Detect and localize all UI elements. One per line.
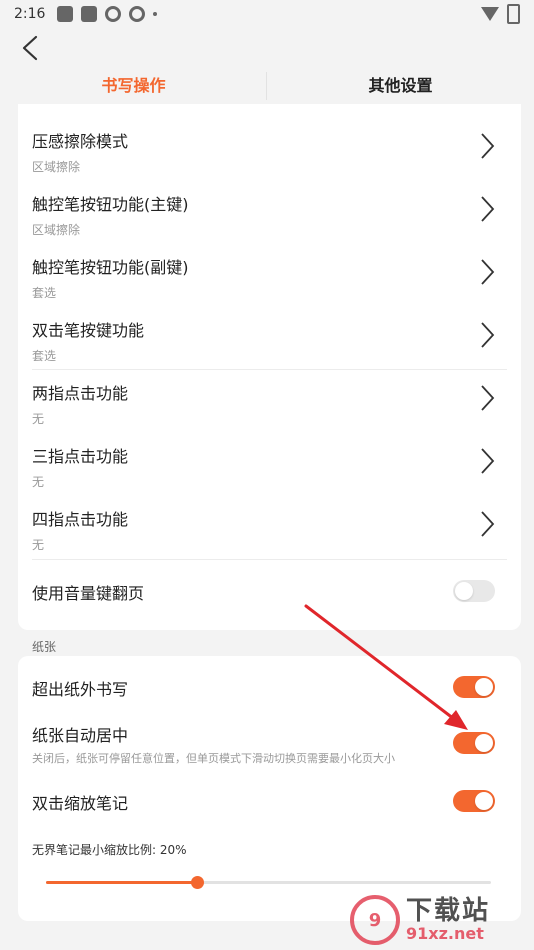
watermark: 9 下载站 91xz.net	[350, 892, 530, 948]
tab-other-settings[interactable]: 其他设置	[267, 68, 534, 104]
sync-icon	[129, 6, 146, 22]
battery-icon	[507, 4, 520, 24]
item-title: 四指点击功能	[32, 510, 129, 529]
chevron-right-icon	[481, 322, 495, 348]
item-title: 压感擦除模式	[32, 132, 129, 151]
toggle-knob	[475, 734, 493, 752]
item-value: 套选	[32, 286, 57, 300]
item-value: 无	[32, 412, 45, 426]
item-title: 两指点击功能	[32, 384, 129, 403]
list-item-two-finger-tap[interactable]: 两指点击功能 无	[32, 380, 507, 427]
slider-fill	[46, 881, 198, 884]
item-value: 套选	[32, 349, 57, 363]
more-notifications-icon	[153, 12, 158, 16]
status-time: 2:16	[14, 6, 46, 22]
write-outside-paper-toggle[interactable]	[453, 676, 495, 698]
chevron-right-icon	[481, 385, 495, 411]
list-item-pressure-erase[interactable]: 压感擦除模式 区域擦除	[32, 128, 507, 175]
top-bar	[0, 28, 534, 68]
status-bar: 2:16	[0, 0, 534, 28]
chevron-right-icon	[481, 196, 495, 222]
paper-settings-card: 超出纸外书写 纸张自动居中 关闭后，纸张可停留任意位置，但单页模式下滑动切换页需…	[18, 656, 521, 921]
slider-label-row: 无界笔记最小缩放比例: 20%	[32, 841, 507, 858]
tab-divider	[266, 72, 267, 100]
watermark-url: 91xz.net	[406, 924, 484, 943]
divider	[32, 559, 507, 560]
toggle-knob	[455, 582, 473, 600]
item-title: 触控笔按钮功能(主键)	[32, 195, 189, 214]
item-title: 纸张自动居中	[32, 726, 129, 745]
list-item-four-finger-tap[interactable]: 四指点击功能 无	[32, 506, 507, 553]
chevron-right-icon	[481, 259, 495, 285]
divider	[32, 369, 507, 370]
tab-writing-operations[interactable]: 书写操作	[0, 68, 267, 104]
slider-thumb[interactable]	[191, 876, 205, 889]
list-item-double-tap-zoom: 双击缩放笔记	[32, 790, 507, 816]
watermark-title: 下载站	[406, 896, 491, 926]
item-title: 触控笔按钮功能(副键)	[32, 258, 189, 277]
chevron-right-icon	[481, 448, 495, 474]
double-tap-zoom-toggle[interactable]	[453, 790, 495, 812]
chevron-right-icon	[481, 511, 495, 537]
item-title: 双击笔按键功能	[32, 321, 145, 340]
item-title: 使用音量键翻页	[32, 584, 145, 603]
item-title: 双击缩放笔记	[32, 794, 129, 813]
list-item-paper-auto-center: 纸张自动居中 关闭后，纸张可停留任意位置，但单页模式下滑动切换页需要最小化页大小	[32, 722, 507, 768]
item-title: 三指点击功能	[32, 447, 129, 466]
back-arrow-icon[interactable]	[18, 34, 46, 62]
list-item-double-tap-pen[interactable]: 双击笔按键功能 套选	[32, 317, 507, 364]
toggle-knob	[475, 792, 493, 810]
watermark-text: 下载站 91xz.net	[406, 897, 490, 943]
item-value: 无	[32, 475, 45, 489]
list-item-three-finger-tap[interactable]: 三指点击功能 无	[32, 443, 507, 490]
sync-icon	[105, 6, 122, 22]
chevron-right-icon	[481, 133, 495, 159]
list-item-write-outside-paper: 超出纸外书写	[32, 676, 507, 702]
watermark-logo: 9	[350, 895, 400, 945]
item-title: 超出纸外书写	[32, 680, 129, 699]
notification-icon	[57, 6, 74, 22]
notification-icon	[81, 6, 98, 22]
item-value: 无	[32, 538, 45, 552]
wifi-icon	[481, 7, 499, 21]
item-value: 区域擦除	[32, 223, 81, 237]
zoom-ratio-slider[interactable]	[46, 876, 491, 889]
volume-page-turn-toggle[interactable]	[453, 580, 495, 602]
settings-tabs: 书写操作 其他设置	[0, 68, 534, 104]
list-item-stylus-primary[interactable]: 触控笔按钮功能(主键) 区域擦除	[32, 191, 507, 238]
writing-settings-card: 压感擦除模式 区域擦除 触控笔按钮功能(主键) 区域擦除 触控笔按钮功能(副键)…	[18, 104, 521, 630]
item-value: 区域擦除	[32, 160, 81, 174]
list-item-volume-page-turn: 使用音量键翻页	[32, 580, 507, 606]
item-description: 关闭后，纸张可停留任意位置，但单页模式下滑动切换页需要最小化页大小	[32, 752, 395, 765]
toggle-knob	[475, 678, 493, 696]
paper-auto-center-toggle[interactable]	[453, 732, 495, 754]
list-item-stylus-secondary[interactable]: 触控笔按钮功能(副键) 套选	[32, 254, 507, 301]
zoom-ratio-label: 无界笔记最小缩放比例: 20%	[32, 843, 187, 857]
section-label-paper: 纸张	[32, 640, 57, 654]
